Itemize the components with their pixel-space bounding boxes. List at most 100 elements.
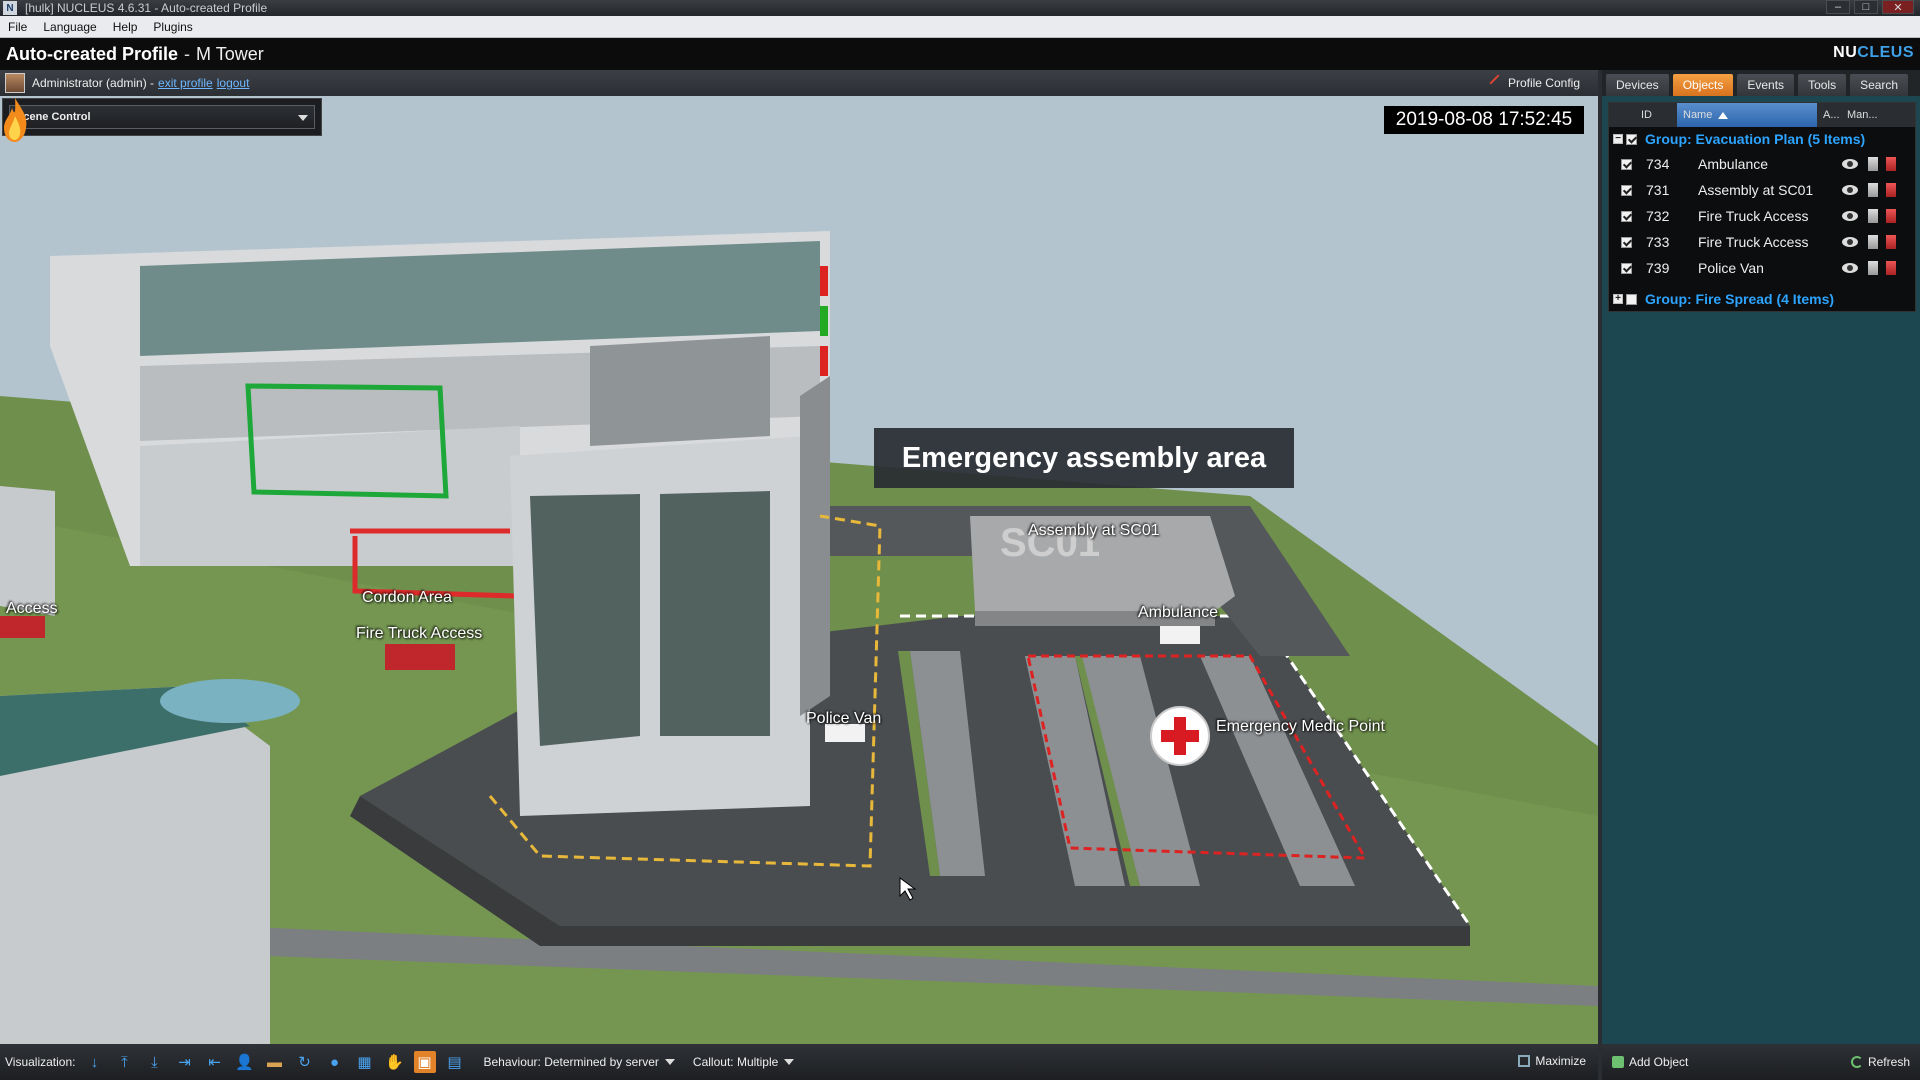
collapse-icon[interactable]: − [1613,134,1623,144]
scene-control-dropdown[interactable]: Scene Control [9,105,315,129]
panel-footer: Add Object Refresh [1602,1044,1920,1080]
menu-language[interactable]: Language [35,20,104,34]
row-name: Fire Truck Access [1698,234,1809,250]
header-separator: - [184,43,191,64]
menu-plugins[interactable]: Plugins [145,20,200,34]
group-row-fire-spread[interactable]: + Group: Fire Spread (4 Items) [1609,287,1915,311]
tab-objects[interactable]: Objects [1672,74,1734,96]
column-name[interactable]: Name [1677,103,1817,127]
tab-tools[interactable]: Tools [1798,74,1847,96]
assembly-area-callout[interactable]: Emergency assembly area [874,428,1294,488]
table-row[interactable]: 731 Assembly at SC01 [1609,177,1915,203]
group-row-evacuation-plan[interactable]: − Group: Evacuation Plan (5 Items) [1609,127,1915,151]
row-checkbox[interactable] [1621,262,1632,274]
delete-icon[interactable] [1886,209,1896,223]
row-checkbox[interactable] [1621,158,1632,170]
menu-bar: File Language Help Plugins [0,16,1920,38]
eye-icon[interactable] [1842,211,1858,221]
row-id: 739 [1646,260,1670,276]
column-a[interactable]: A... [1817,109,1843,121]
profile-config-button[interactable]: Profile Config [1489,74,1580,92]
callout-dropdown[interactable]: Callout: Multiple [692,1055,795,1069]
callout-label: Callout: Multiple [692,1055,779,1069]
label-police-van[interactable]: Police Van [806,710,881,728]
map-icon[interactable]: ▤ [444,1051,466,1073]
fire-icon[interactable] [0,96,30,144]
edit-icon[interactable] [1868,209,1878,223]
scene-viewport[interactable]: SC01 Scene Control 2019-08-08 17:52:45 E… [0,96,1598,1044]
label-access[interactable]: Access [6,600,58,618]
label-fire-truck-access[interactable]: Fire Truck Access [356,625,482,643]
refresh-button[interactable]: Refresh [1850,1055,1910,1069]
arrow-down-icon[interactable]: ↓ [84,1051,106,1073]
row-checkbox[interactable] [1621,236,1632,248]
table-row[interactable]: 733 Fire Truck Access [1609,229,1915,255]
menu-file[interactable]: File [0,20,35,34]
arrow-top-icon[interactable]: ⤒ [114,1051,136,1073]
user-bar: Administrator (admin) - exit profile log… [0,70,1598,96]
exit-profile-link[interactable]: exit profile [158,76,213,90]
rotate-icon[interactable]: ↻ [294,1051,316,1073]
folder-icon[interactable]: ▬ [264,1051,286,1073]
label-ambulance[interactable]: Ambulance [1138,604,1218,622]
wrench-icon [1489,74,1507,92]
label-assembly[interactable]: Assembly at SC01 [1028,522,1160,540]
edit-icon[interactable] [1868,235,1878,249]
tab-search[interactable]: Search [1850,74,1909,96]
eye-icon[interactable] [1842,185,1858,195]
delete-icon[interactable] [1886,261,1896,275]
profile-config-label: Profile Config [1507,76,1580,90]
table-row[interactable]: 732 Fire Truck Access [1609,203,1915,229]
row-id: 734 [1646,156,1670,172]
delete-icon[interactable] [1886,157,1896,171]
row-name: Ambulance [1698,156,1769,172]
behaviour-label: Behaviour: Determined by server [483,1055,659,1069]
row-name: Police Van [1698,260,1764,276]
arrow-left-end-icon[interactable]: ⇤ [204,1051,226,1073]
window-controls: ‒ □ ✕ [1826,0,1914,16]
arrow-bottom-icon[interactable]: ⤓ [144,1051,166,1073]
edit-icon[interactable] [1868,157,1878,171]
chevron-down-icon [664,1059,675,1065]
person-icon[interactable]: 👤 [234,1051,256,1073]
delete-icon[interactable] [1886,183,1896,197]
group-checkbox[interactable] [1626,293,1637,305]
hand-icon[interactable]: ✋ [384,1051,406,1073]
eye-icon[interactable] [1842,237,1858,247]
maximize-button[interactable]: Maximize [1518,1054,1586,1068]
maximize-window-button[interactable]: □ [1854,0,1878,14]
medic-cross-icon[interactable] [1150,706,1210,766]
row-id: 732 [1646,208,1670,224]
table-row[interactable]: 734 Ambulance [1609,151,1915,177]
maximize-label: Maximize [1535,1054,1586,1068]
row-checkbox[interactable] [1621,184,1632,196]
eye-icon[interactable] [1842,159,1858,169]
menu-help[interactable]: Help [105,20,146,34]
label-cordon-area[interactable]: Cordon Area [362,589,452,607]
eye-icon[interactable] [1842,263,1858,273]
add-object-button[interactable]: Add Object [1612,1055,1688,1069]
sort-up-icon [1718,111,1729,119]
tab-devices[interactable]: Devices [1606,74,1669,96]
group-checkbox[interactable] [1626,133,1637,145]
row-checkbox[interactable] [1621,210,1632,222]
globe-icon[interactable]: ● [324,1051,346,1073]
scene-control-panel: Scene Control [2,98,322,136]
close-button[interactable]: ✕ [1882,0,1914,14]
arrow-right-end-icon[interactable]: ⇥ [174,1051,196,1073]
grid-icon[interactable]: ▦ [354,1051,376,1073]
table-row[interactable]: 739 Police Van [1609,255,1915,281]
minimize-button[interactable]: ‒ [1826,0,1850,14]
column-man[interactable]: Man... [1843,109,1883,121]
delete-icon[interactable] [1886,235,1896,249]
logout-link[interactable]: logout [217,76,250,90]
column-id[interactable]: ID [1609,109,1661,121]
box-icon[interactable]: ▣ [413,1051,436,1073]
edit-icon[interactable] [1868,261,1878,275]
label-medic-point[interactable]: Emergency Medic Point [1216,718,1385,736]
expand-icon[interactable]: + [1613,294,1623,304]
group-title: Group: Fire Spread (4 Items) [1645,291,1835,307]
behaviour-dropdown[interactable]: Behaviour: Determined by server [484,1055,675,1069]
edit-icon[interactable] [1868,183,1878,197]
tab-events[interactable]: Events [1737,74,1795,96]
